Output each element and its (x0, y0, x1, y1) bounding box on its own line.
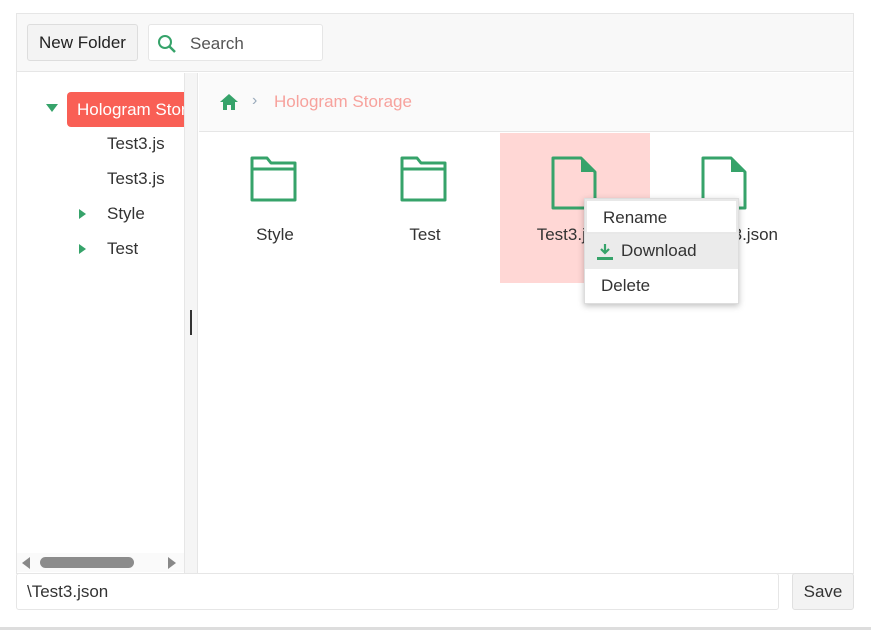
download-icon (597, 244, 613, 260)
tree-item-style[interactable]: Style (107, 204, 145, 224)
tree-item-test[interactable]: Test (107, 239, 138, 259)
context-menu: Rename Download Delete (584, 198, 739, 304)
item-label: Test (409, 225, 441, 244)
search-placeholder: Search (190, 34, 244, 53)
expand-icon[interactable] (79, 244, 86, 254)
breadcrumb-separator: › (252, 92, 258, 109)
splitter-handle[interactable] (190, 310, 192, 335)
file-path-input[interactable]: \Test3.json (16, 573, 779, 610)
collapse-icon[interactable] (46, 104, 58, 112)
scroll-left-icon[interactable] (22, 557, 30, 569)
folder-icon (400, 156, 447, 202)
tree-item-root[interactable]: Hologram Storage (67, 92, 184, 127)
home-icon[interactable] (219, 93, 239, 111)
expand-icon[interactable] (79, 209, 86, 219)
item-label: Style (256, 225, 294, 244)
folder-item[interactable]: Test (350, 133, 500, 283)
menu-item-download[interactable]: Download (585, 234, 738, 269)
folder-icon (250, 156, 297, 202)
search-icon (158, 35, 176, 53)
tree-item-file[interactable]: Test3.json (107, 169, 164, 189)
toolbar (17, 14, 853, 72)
folder-item[interactable]: Style (200, 133, 350, 283)
tree-item-file[interactable]: Test3.json (107, 134, 164, 154)
save-button[interactable]: Save (792, 573, 854, 610)
new-folder-button[interactable]: New Folder (27, 24, 138, 61)
breadcrumb-current[interactable]: Hologram Storage (274, 92, 412, 112)
menu-item-label: Download (621, 241, 697, 260)
scroll-right-icon[interactable] (168, 557, 176, 569)
menu-item-delete[interactable]: Delete (585, 269, 738, 304)
scrollbar-thumb[interactable] (40, 557, 134, 568)
search-input[interactable]: Search (148, 24, 323, 61)
menu-item-rename[interactable]: Rename (585, 199, 738, 234)
